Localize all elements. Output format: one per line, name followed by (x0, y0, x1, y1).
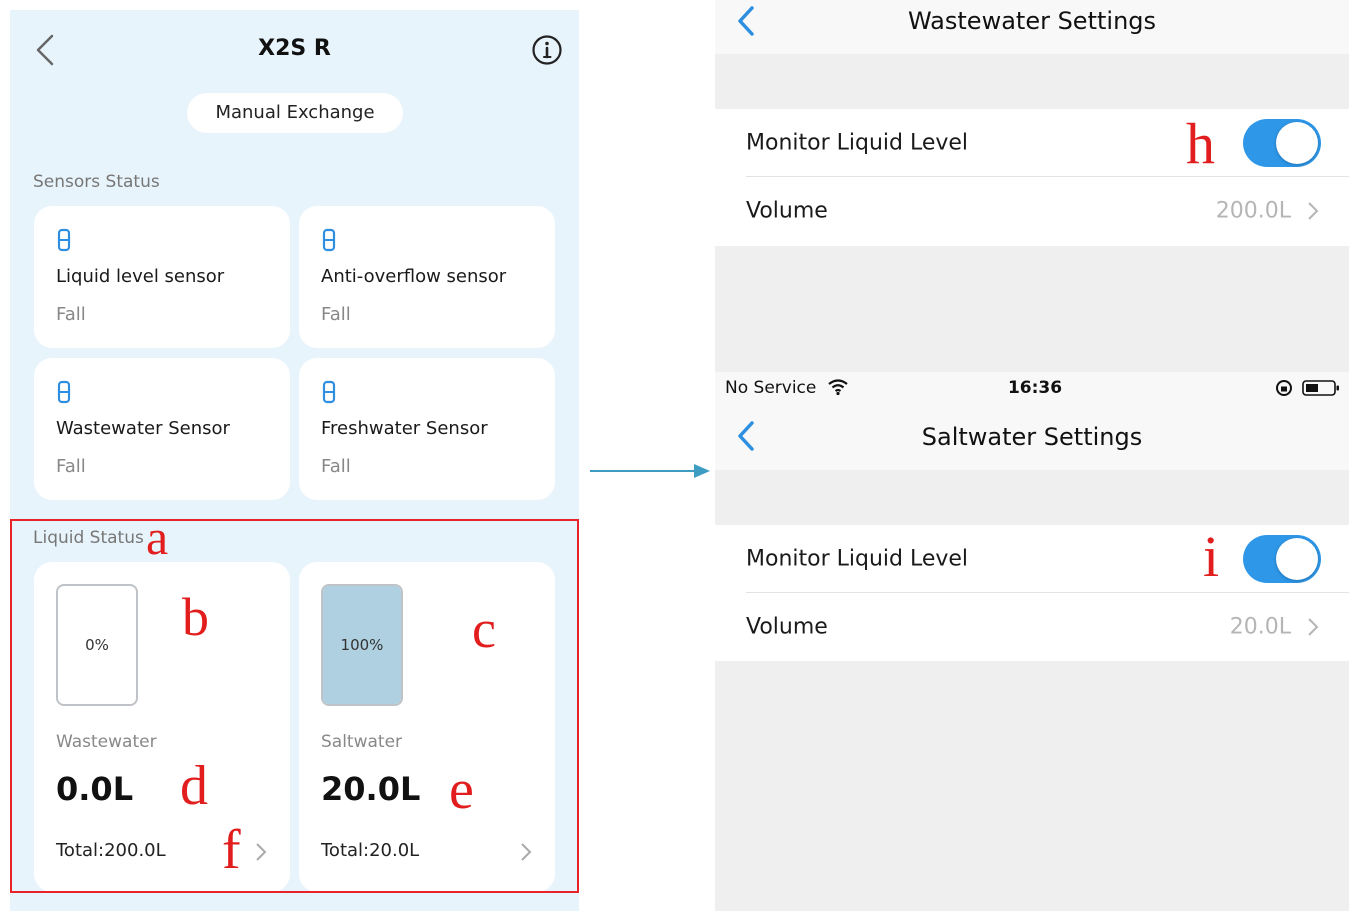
sensor-icon (322, 380, 336, 404)
volume-value: 200.0L (1215, 198, 1291, 224)
sensor-name: Liquid level sensor (56, 266, 225, 287)
manual-exchange-button[interactable]: Manual Exchange (187, 93, 403, 133)
row-label: Volume (746, 614, 828, 640)
clock: 16:36 (1007, 378, 1063, 398)
volume-row[interactable]: Volume 200.0L (715, 177, 1349, 245)
page-title: Saltwater Settings (921, 423, 1143, 451)
toggle-knob (1276, 538, 1318, 580)
nav-bar: Wastewater Settings (715, 0, 1349, 54)
sensor-icon (322, 228, 336, 252)
sensor-card-freshwater[interactable]: Freshwater Sensor Fall (299, 358, 555, 500)
sensor-card-liquid-level[interactable]: Liquid level sensor Fall (34, 206, 290, 348)
toggle-knob (1276, 122, 1318, 164)
annotation-b: b (182, 587, 209, 647)
annotation-c: c (472, 599, 496, 659)
monitor-liquid-level-row: Monitor Liquid Level (715, 525, 1349, 593)
row-label: Monitor Liquid Level (746, 546, 969, 572)
settings-group: Monitor Liquid Level Volume 20.0L (715, 525, 1349, 661)
annotation-e: e (449, 759, 474, 821)
monitor-liquid-level-toggle[interactable] (1243, 535, 1321, 583)
saltwater-settings-screen: No Service 16:36 Saltwater Settings Moni… (715, 372, 1349, 911)
info-icon[interactable] (531, 34, 563, 66)
sensor-icon (57, 380, 71, 404)
annotation-d: d (180, 755, 208, 817)
annotation-a: a (146, 509, 169, 565)
nav-bar: Saltwater Settings (715, 402, 1349, 470)
sensor-name: Freshwater Sensor (321, 418, 488, 439)
wastewater-settings-screen: Wastewater Settings Monitor Liquid Level… (715, 0, 1349, 372)
row-label: Volume (746, 198, 828, 224)
sensors-status-heading: Sensors Status (33, 172, 160, 192)
liquid-status-highlight (10, 519, 579, 893)
annotation-f: f (222, 819, 241, 881)
chevron-right-icon (1308, 618, 1319, 636)
annotation-h: h (1186, 111, 1215, 176)
sensor-card-anti-overflow[interactable]: Anti-overflow sensor Fall (299, 206, 555, 348)
status-bar: No Service 16:36 (715, 372, 1349, 402)
sensor-name: Anti-overflow sensor (321, 266, 507, 287)
monitor-liquid-level-row: Monitor Liquid Level (715, 109, 1349, 177)
page-title: Wastewater Settings (907, 7, 1157, 35)
sensor-state: Fall (56, 456, 86, 477)
battery-icon (1302, 380, 1339, 396)
sensor-icon (57, 228, 71, 252)
settings-group: Monitor Liquid Level Volume 200.0L (715, 109, 1349, 246)
page-title: X2S R (258, 36, 331, 61)
flow-arrow (590, 464, 710, 478)
chevron-right-icon (1308, 202, 1319, 220)
annotation-i: i (1203, 524, 1220, 589)
volume-row[interactable]: Volume 20.0L (715, 593, 1349, 661)
sensor-state: Fall (56, 304, 86, 325)
sensor-state: Fall (321, 456, 351, 477)
sensor-name: Wastewater Sensor (56, 418, 230, 439)
sensor-card-wastewater[interactable]: Wastewater Sensor Fall (34, 358, 290, 500)
volume-value: 20.0L (1229, 614, 1291, 640)
row-label: Monitor Liquid Level (746, 130, 969, 156)
rotation-lock-icon (1276, 380, 1292, 396)
sensor-state: Fall (321, 304, 351, 325)
monitor-liquid-level-toggle[interactable] (1243, 119, 1321, 167)
